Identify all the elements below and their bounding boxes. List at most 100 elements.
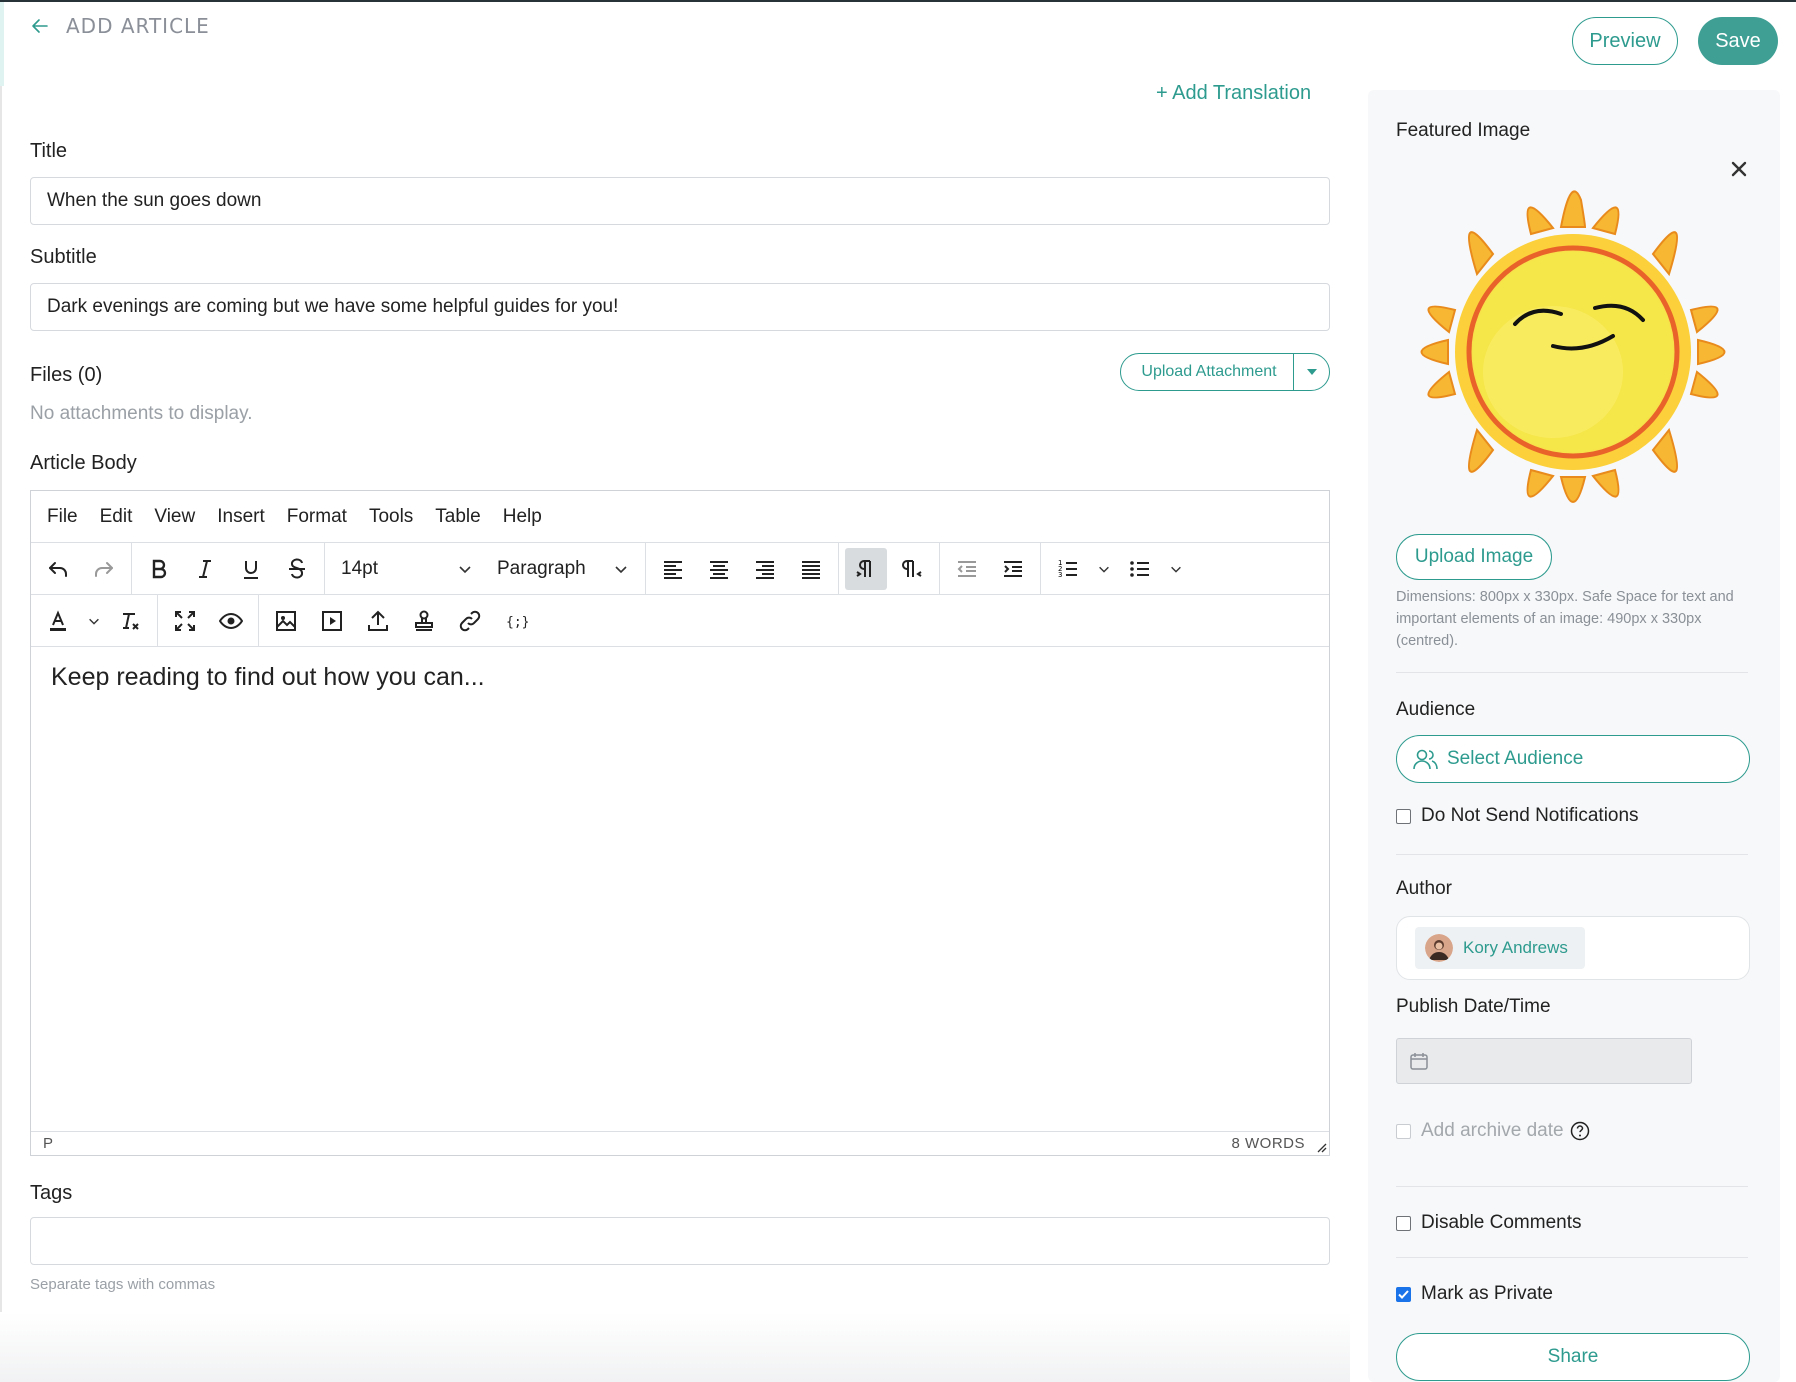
align-left-icon[interactable] [652, 548, 694, 590]
outdent-icon[interactable] [946, 548, 988, 590]
direction-group [839, 543, 940, 594]
bullet-list-icon[interactable] [1119, 548, 1161, 590]
chevron-down-icon[interactable] [1165, 548, 1187, 590]
menu-help[interactable]: Help [503, 506, 542, 528]
disable-comments-row[interactable]: Disable Comments [1396, 1212, 1582, 1234]
title-input[interactable]: When the sun goes down [30, 177, 1330, 225]
ltr-icon[interactable] [845, 547, 887, 590]
format-select-group: 14pt Paragraph [325, 543, 646, 594]
italic-icon[interactable] [184, 548, 226, 590]
mark-private-label: Mark as Private [1421, 1283, 1553, 1304]
editor-toolbar-secondary: {;} [31, 595, 1329, 647]
add-translation-link[interactable]: + Add Translation [1156, 82, 1311, 105]
publish-date-input[interactable] [1396, 1038, 1692, 1084]
editor-content[interactable]: Keep reading to find out how you can... [51, 663, 485, 692]
rtl-icon[interactable] [891, 548, 933, 590]
align-center-icon[interactable] [698, 548, 740, 590]
tags-label: Tags [30, 1182, 73, 1204]
avatar [1425, 934, 1453, 962]
title-label: Title [30, 140, 68, 162]
editor-menubar: File Edit View Insert Format Tools Table… [31, 491, 1329, 543]
back-link[interactable]: ADD ARTICLE [30, 14, 210, 38]
align-group [646, 543, 839, 594]
subtitle-label: Subtitle [30, 246, 97, 268]
upload-image-button[interactable]: Upload Image [1396, 534, 1552, 580]
menu-edit[interactable]: Edit [100, 506, 133, 528]
do-not-send-label: Do Not Send Notifications [1421, 805, 1639, 826]
rich-text-editor: File Edit View Insert Format Tools Table… [30, 490, 1330, 1156]
author-chip[interactable]: Kory Andrews [1415, 927, 1585, 969]
files-label: Files (0) [30, 364, 103, 386]
block-format-value: Paragraph [497, 557, 586, 579]
link-icon[interactable] [449, 600, 491, 642]
bold-icon[interactable] [138, 548, 180, 590]
chevron-down-icon[interactable] [1093, 548, 1115, 590]
font-size-select[interactable]: 14pt [331, 548, 483, 590]
insert-group: {;} [259, 595, 543, 646]
featured-image [1420, 190, 1726, 503]
no-attachments-text: No attachments to display. [30, 403, 253, 424]
clear-format-icon[interactable] [109, 600, 151, 642]
color-group [31, 595, 158, 646]
fullscreen-icon[interactable] [164, 600, 206, 642]
numbered-list-icon[interactable]: 123 [1047, 548, 1089, 590]
tags-hint: Separate tags with commas [30, 1276, 216, 1293]
preview-button[interactable]: Preview [1572, 17, 1678, 65]
code-variable-icon[interactable]: {;} [495, 600, 537, 642]
svg-text:{;}: {;} [506, 615, 528, 630]
mark-private-checkbox[interactable] [1396, 1286, 1411, 1302]
chevron-down-icon[interactable] [1293, 354, 1329, 390]
author-name: Kory Andrews [1463, 938, 1568, 957]
upload-attachment-button[interactable]: Upload Attachment [1120, 353, 1330, 391]
arrow-left-icon [32, 19, 48, 33]
preview-icon[interactable] [210, 600, 252, 642]
share-button[interactable]: Share [1396, 1333, 1750, 1381]
select-audience-button[interactable]: Select Audience [1396, 735, 1750, 783]
editor-statusbar: P 8 WORDS [31, 1131, 1329, 1155]
indent-icon[interactable] [992, 548, 1034, 590]
menu-table[interactable]: Table [435, 506, 480, 528]
divider [1396, 1257, 1748, 1258]
save-button[interactable]: Save [1698, 17, 1778, 65]
do-not-send-row[interactable]: Do Not Send Notifications [1396, 805, 1639, 827]
help-icon[interactable] [1570, 1121, 1590, 1141]
close-icon[interactable] [1730, 160, 1748, 178]
menu-file[interactable]: File [47, 506, 78, 528]
menu-insert[interactable]: Insert [217, 506, 265, 528]
align-right-icon[interactable] [744, 548, 786, 590]
list-group: 123 [1041, 543, 1193, 594]
tags-input[interactable] [30, 1217, 1330, 1265]
text-style-group [132, 543, 325, 594]
menu-tools[interactable]: Tools [369, 506, 413, 528]
redo-icon[interactable] [83, 548, 125, 590]
upload-attachment-label: Upload Attachment [1141, 363, 1277, 380]
resize-handle-icon[interactable] [1315, 1141, 1327, 1153]
align-justify-icon[interactable] [790, 548, 832, 590]
calendar-icon [1410, 1053, 1428, 1070]
chevron-down-icon[interactable] [83, 600, 105, 642]
menu-format[interactable]: Format [287, 506, 347, 528]
archive-date-checkbox [1396, 1123, 1411, 1139]
disable-comments-checkbox[interactable] [1396, 1215, 1411, 1231]
page-title: ADD ARTICLE [66, 14, 210, 38]
media-icon[interactable] [311, 600, 353, 642]
undo-icon[interactable] [37, 548, 79, 590]
block-format-select[interactable]: Paragraph [487, 548, 639, 590]
image-icon[interactable] [265, 600, 307, 642]
author-field[interactable]: Kory Andrews [1396, 916, 1750, 980]
upload-icon[interactable] [357, 600, 399, 642]
word-count[interactable]: 8 WORDS [1231, 1135, 1305, 1152]
strikethrough-icon[interactable] [276, 548, 318, 590]
mark-private-row[interactable]: Mark as Private [1396, 1283, 1553, 1305]
divider [1396, 1186, 1748, 1187]
archive-date-label: Add archive date [1421, 1120, 1564, 1141]
text-color-icon[interactable] [37, 600, 79, 642]
do-not-send-checkbox[interactable] [1396, 808, 1411, 824]
underline-icon[interactable] [230, 548, 272, 590]
subtitle-input[interactable]: Dark evenings are coming but we have som… [30, 283, 1330, 331]
stamp-icon[interactable] [403, 600, 445, 642]
menu-view[interactable]: View [154, 506, 195, 528]
element-path[interactable]: P [43, 1135, 53, 1152]
svg-text:3: 3 [1058, 571, 1062, 579]
users-icon [1413, 749, 1438, 770]
